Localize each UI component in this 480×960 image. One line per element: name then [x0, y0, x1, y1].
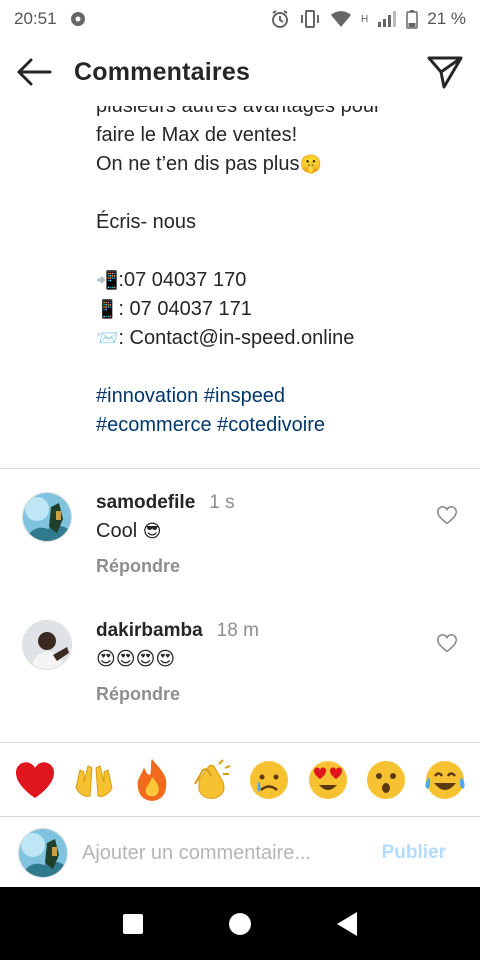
caption-line: faire le Max de ventes!	[96, 124, 298, 146]
vibrate-icon	[299, 9, 321, 29]
android-nav-bar	[0, 887, 480, 960]
clapping-hands-icon[interactable]	[188, 757, 234, 803]
reply-button[interactable]: Répondre	[96, 684, 180, 705]
sync-icon	[69, 10, 87, 28]
square-icon	[123, 913, 144, 934]
caption-blank	[96, 353, 466, 382]
mobile-phone-arrow-icon: 📲	[96, 270, 119, 291]
red-heart-icon[interactable]	[12, 757, 58, 803]
caption-phone-2: 📱: 07 04037 171	[96, 298, 252, 320]
heart-outline-icon	[436, 506, 458, 525]
triangle-back-icon	[336, 911, 357, 936]
hashtag-link[interactable]: #ecommerce	[96, 414, 212, 436]
nav-back-button[interactable]	[327, 904, 367, 944]
send-icon	[427, 56, 463, 89]
caption-phone-1: 📲:07 04037 170	[96, 269, 247, 291]
tears-of-joy-icon[interactable]	[422, 757, 468, 803]
avatar-image	[23, 493, 71, 541]
page-title: Commentaires	[74, 57, 251, 86]
status-time: 20:51	[14, 9, 57, 28]
comment-item: samodefile 1 s Cool 😎 Répondre	[0, 490, 480, 590]
hashtag-link[interactable]: #inspeed	[204, 385, 285, 407]
shushing-face-icon: 🤫	[299, 154, 322, 175]
fire-icon[interactable]	[129, 757, 175, 803]
battery-icon	[406, 9, 418, 29]
like-comment-button[interactable]	[436, 504, 458, 526]
network-type: H	[361, 13, 369, 25]
comment-item: dakirbamba 18 m 😍😍😍😍 Répondre	[0, 618, 480, 718]
avatar-image	[23, 621, 71, 669]
home-button[interactable]	[220, 904, 260, 944]
signal-icon	[377, 10, 397, 28]
header: Commentaires	[0, 38, 480, 106]
emoji-bar-divider	[0, 742, 480, 743]
comment-composer: Publier	[0, 820, 480, 886]
hashtag-link[interactable]: #innovation	[96, 385, 198, 407]
envelope-icon: 📨	[96, 328, 119, 349]
wifi-icon	[330, 10, 352, 28]
back-button[interactable]	[16, 54, 52, 90]
comment-text: Cool 😎	[96, 520, 162, 542]
comment-input[interactable]	[82, 833, 362, 873]
comment-username[interactable]: dakirbamba	[96, 620, 203, 641]
heart-eyes-icon[interactable]	[305, 757, 351, 803]
heart-outline-icon	[436, 634, 458, 653]
caption-email: 📨: Contact@in-speed.online	[96, 327, 355, 349]
sunglasses-face-icon: 😎	[142, 521, 162, 542]
comment-user-line: dakirbamba 18 m	[96, 620, 259, 642]
caption-line: On ne t’en dis pas plus🤫	[96, 153, 322, 175]
comment-time: 18 m	[216, 620, 259, 641]
publish-button[interactable]: Publier	[382, 842, 446, 864]
hashtag-link[interactable]: #cotedivoire	[217, 414, 325, 436]
composer-divider	[0, 816, 480, 817]
avatar	[18, 828, 68, 878]
hashtag-line: #ecommerce #cotedivoire	[96, 411, 466, 440]
caption-line: Écris- nous	[96, 211, 197, 233]
arrow-left-icon	[17, 58, 52, 86]
like-comment-button[interactable]	[436, 632, 458, 654]
avatar[interactable]	[22, 492, 72, 542]
post-caption: plusieurs autres avantages pour faire le…	[96, 92, 466, 440]
avatar[interactable]	[22, 620, 72, 670]
avatar-image	[19, 829, 67, 877]
caption-blank	[96, 179, 466, 208]
status-right-group: H 21 %	[270, 9, 466, 29]
send-button[interactable]	[426, 53, 464, 91]
crying-face-icon[interactable]	[246, 757, 292, 803]
comment-username[interactable]: samodefile	[96, 492, 195, 513]
comment-text: 😍😍😍😍	[96, 648, 175, 670]
status-bar: 20:51 H 21 %	[0, 0, 480, 38]
battery-percent: 21 %	[427, 9, 466, 28]
circle-icon	[228, 912, 251, 935]
surprised-face-icon[interactable]	[363, 757, 409, 803]
comment-user-line: samodefile 1 s	[96, 492, 235, 514]
recents-button[interactable]	[113, 904, 153, 944]
reply-button[interactable]: Répondre	[96, 556, 180, 577]
raising-hands-icon[interactable]	[71, 757, 117, 803]
hashtag-line: #innovation #inspeed	[96, 382, 466, 411]
alarm-icon	[270, 9, 290, 29]
quick-emoji-bar	[0, 752, 480, 808]
comment-time: 1 s	[209, 492, 235, 513]
heart-eyes-icon: 😍😍😍😍	[96, 648, 176, 670]
caption-blank	[96, 237, 466, 266]
caption-divider	[0, 468, 480, 469]
mobile-phone-icon: 📱	[96, 299, 119, 320]
